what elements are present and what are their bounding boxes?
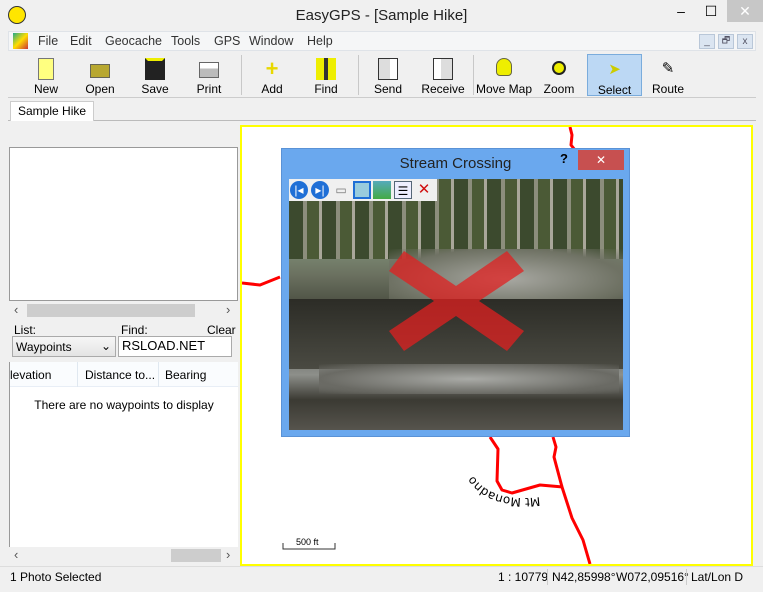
add-button[interactable]: + Add bbox=[248, 54, 296, 97]
find-input[interactable]: RSLOAD.NET bbox=[118, 336, 232, 357]
new-button[interactable]: New bbox=[22, 54, 70, 96]
document-icon bbox=[13, 33, 28, 49]
menu-window[interactable]: Window bbox=[249, 34, 293, 49]
status-scale: 1 : 10779 bbox=[498, 570, 549, 584]
slideshow-icon[interactable]: ▭ bbox=[332, 181, 350, 199]
clear-link[interactable]: Clear bbox=[207, 323, 236, 337]
toolbar: New Open Save Print + Add Find Send Recei… bbox=[8, 52, 756, 98]
toolbar-separator bbox=[241, 55, 242, 95]
previous-photo-icon[interactable]: |◂ bbox=[290, 181, 308, 199]
delete-icon[interactable]: ✕ bbox=[415, 181, 433, 199]
horizontal-scrollbar[interactable]: ‹ › bbox=[9, 302, 238, 318]
title-bar: EasyGPS - [Sample Hike] – ☐ ✕ bbox=[0, 0, 763, 31]
status-divider bbox=[686, 569, 687, 585]
route-segment bbox=[551, 436, 592, 564]
menu-file[interactable]: File bbox=[38, 34, 58, 49]
new-file-icon bbox=[38, 58, 54, 80]
menu-bar: File Edit Geocache Tools GPS Window Help… bbox=[8, 31, 756, 51]
scroll-right-icon[interactable]: › bbox=[226, 547, 230, 563]
minimize-button[interactable]: – bbox=[666, 0, 696, 22]
zoom-button[interactable]: Zoom bbox=[535, 54, 583, 96]
scroll-right-icon[interactable]: › bbox=[226, 302, 230, 318]
empty-message: There are no waypoints to display bbox=[34, 398, 214, 412]
status-latitude: N42,85998° bbox=[552, 570, 616, 584]
send-to-gps-icon bbox=[378, 58, 398, 80]
receive-button[interactable]: Receive bbox=[418, 54, 468, 96]
table-horizontal-scrollbar[interactable]: ‹ › bbox=[9, 547, 238, 563]
save-button[interactable]: Save bbox=[131, 54, 179, 96]
popup-close-button[interactable]: ✕ bbox=[578, 150, 624, 170]
status-coord-format: Lat/Lon D bbox=[691, 570, 744, 584]
route-segment bbox=[242, 275, 281, 287]
waypoints-table: levation Distance to... Bearing There ar… bbox=[9, 362, 238, 547]
red-x-overlay-icon bbox=[389, 251, 524, 351]
photo-toolbar: |◂ ▸| ▭ ☰ ✕ bbox=[289, 179, 437, 201]
print-button[interactable]: Print bbox=[185, 54, 233, 96]
toolbar-separator bbox=[358, 55, 359, 95]
list-type-select[interactable]: Waypoints ⌄ bbox=[12, 336, 116, 357]
next-photo-icon[interactable]: ▸| bbox=[311, 181, 329, 199]
menu-tools[interactable]: Tools bbox=[171, 34, 200, 49]
find-label: Find: bbox=[121, 323, 148, 337]
tab-sample-hike[interactable]: Sample Hike bbox=[10, 101, 95, 121]
status-divider bbox=[547, 569, 548, 585]
window-title: EasyGPS - [Sample Hike] bbox=[295, 7, 468, 24]
arrow-cursor-icon: ➤ bbox=[608, 61, 621, 78]
binoculars-icon bbox=[316, 58, 336, 80]
maximize-button[interactable]: ☐ bbox=[697, 0, 725, 22]
left-panel: ‹ › List: Waypoints ⌄ Find: Clear RSLOAD.… bbox=[9, 125, 239, 565]
magnifier-icon bbox=[552, 61, 566, 75]
hand-icon bbox=[496, 58, 512, 76]
mdi-restore-button[interactable]: 🗗 bbox=[718, 34, 734, 49]
select-button[interactable]: ➤ Select bbox=[587, 54, 642, 97]
menu-help[interactable]: Help bbox=[307, 34, 333, 49]
popup-title: Stream Crossing bbox=[399, 155, 512, 172]
receive-from-gps-icon bbox=[433, 58, 453, 80]
open-button[interactable]: Open bbox=[76, 54, 124, 96]
tracks-list[interactable] bbox=[9, 147, 238, 301]
mdi-minimize-button[interactable]: _ bbox=[699, 34, 715, 49]
scroll-thumb[interactable] bbox=[171, 549, 221, 562]
table-header: levation Distance to... Bearing bbox=[10, 362, 238, 387]
route-button[interactable]: ✎ Route bbox=[644, 54, 692, 96]
list-type-value: Waypoints bbox=[16, 340, 72, 354]
find-button[interactable]: Find bbox=[302, 54, 350, 96]
column-bearing[interactable]: Bearing bbox=[160, 362, 206, 387]
menu-edit[interactable]: Edit bbox=[70, 34, 92, 49]
status-bar: 1 Photo Selected 1 : 10779 N42,85998° W0… bbox=[0, 566, 763, 586]
chevron-down-icon: ⌄ bbox=[100, 339, 111, 353]
column-elevation[interactable]: levation bbox=[10, 362, 78, 387]
scale-bar-label: 500 ft bbox=[296, 537, 319, 547]
mdi-close-button[interactable]: x bbox=[737, 34, 753, 49]
move-map-button[interactable]: Move Map bbox=[476, 54, 532, 96]
photo-popup-window: Stream Crossing ? ✕ |◂ ▸| ▭ ☰ ✕ bbox=[281, 148, 630, 437]
open-folder-icon bbox=[90, 64, 110, 78]
menu-gps[interactable]: GPS bbox=[214, 34, 240, 49]
scroll-left-icon[interactable]: ‹ bbox=[14, 547, 18, 563]
pencil-icon: ✎ bbox=[661, 60, 675, 77]
send-button[interactable]: Send bbox=[364, 54, 412, 96]
floppy-disk-icon bbox=[145, 58, 165, 80]
menu-geocache[interactable]: Geocache bbox=[105, 34, 162, 49]
status-longitude: W072,09516° bbox=[616, 570, 689, 584]
printer-icon bbox=[199, 62, 219, 78]
edit-image-icon[interactable] bbox=[373, 181, 391, 199]
route-segment bbox=[568, 127, 577, 151]
stones bbox=[319, 364, 619, 394]
properties-icon[interactable]: ☰ bbox=[394, 181, 412, 199]
status-selection: 1 Photo Selected bbox=[10, 570, 102, 584]
photo-image: |◂ ▸| ▭ ☰ ✕ bbox=[289, 179, 623, 430]
popup-help-button[interactable]: ? bbox=[560, 152, 568, 168]
fit-image-icon[interactable] bbox=[353, 181, 371, 199]
list-label: List: bbox=[14, 323, 37, 337]
document-tabs: Sample Hike bbox=[8, 99, 756, 121]
route-segment bbox=[488, 436, 564, 495]
column-distance[interactable]: Distance to... bbox=[79, 362, 159, 387]
scale-bar: 500 ft bbox=[282, 537, 336, 550]
close-button[interactable]: ✕ bbox=[727, 0, 763, 22]
plus-icon: + bbox=[265, 56, 279, 81]
scroll-thumb[interactable] bbox=[27, 304, 195, 317]
scroll-left-icon[interactable]: ‹ bbox=[14, 302, 18, 318]
